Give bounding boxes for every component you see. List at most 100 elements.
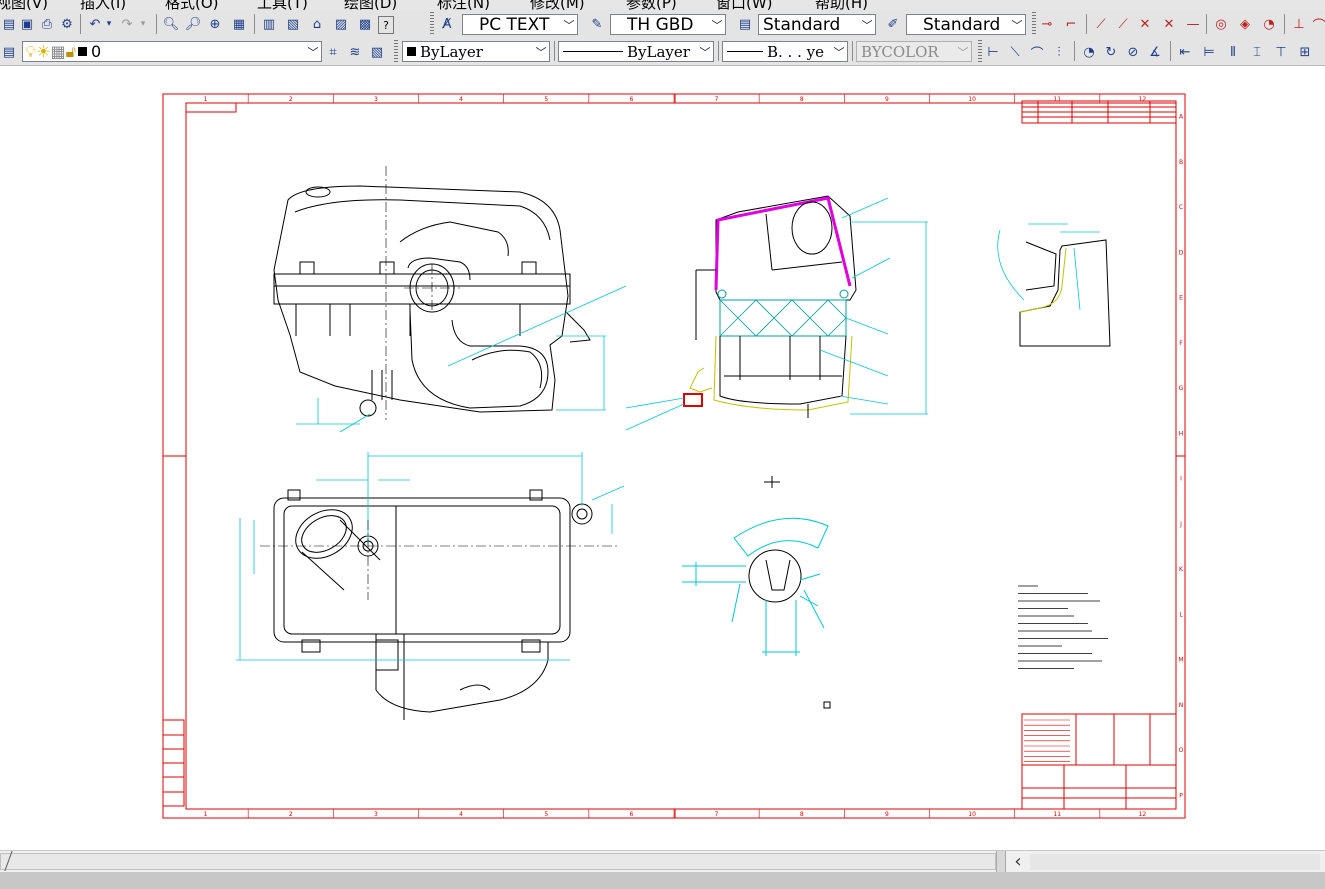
- redo-icon[interactable]: ↷: [118, 14, 136, 34]
- technical-notes: [1018, 585, 1108, 669]
- diameter-icon[interactable]: ⊘: [1124, 42, 1142, 62]
- menu-format[interactable]: 格式(O): [165, 0, 219, 10]
- menu-dimension[interactable]: 标注(N): [437, 0, 490, 10]
- status-bar: [0, 872, 1325, 889]
- line-icon[interactable]: ⊸: [1038, 14, 1056, 34]
- markup-icon[interactable]: ▨: [332, 14, 350, 34]
- perpendicular-icon[interactable]: ⊥: [1290, 14, 1308, 34]
- menu-draw[interactable]: 绘图(D): [344, 0, 397, 10]
- column-number-top-2: 2: [289, 96, 293, 103]
- aligned-dimension-icon[interactable]: ⟍: [1006, 42, 1024, 62]
- sheet-set-icon[interactable]: ⌂: [308, 14, 326, 34]
- scrollbar-splitter[interactable]: [996, 851, 1006, 873]
- menu-view[interactable]: 视图(V): [0, 0, 48, 10]
- layer-manager-icon[interactable]: ▤: [0, 42, 18, 62]
- scrollbar-tab-strip[interactable]: [0, 853, 996, 870]
- linetype-control-select[interactable]: ByLayer ﹀: [558, 41, 714, 62]
- help-icon[interactable]: ?: [378, 16, 394, 34]
- properties-icon[interactable]: ▦: [230, 14, 248, 34]
- layer-previous-icon[interactable]: ≋: [346, 42, 364, 62]
- text-style-icon[interactable]: A̸: [438, 14, 456, 34]
- ellipse-icon[interactable]: ◔: [1260, 14, 1278, 34]
- undo-dropdown-icon[interactable]: ▾: [104, 14, 114, 34]
- top-view-dimensions: [236, 452, 625, 661]
- table-style-select[interactable]: Standard ﹀: [758, 14, 876, 35]
- menu-tools[interactable]: 工具(T): [257, 0, 308, 10]
- circle-icon[interactable]: ◎: [1212, 14, 1230, 34]
- publish-icon[interactable]: ⚙: [58, 14, 76, 34]
- zoom-realtime-icon[interactable]: 🔍︎: [162, 14, 180, 34]
- column-number-top-12: 12: [1139, 96, 1147, 103]
- column-number-top-10: 10: [968, 96, 976, 103]
- menu-insert[interactable]: 插入(I): [80, 0, 126, 10]
- multileader-style-icon[interactable]: ✐: [884, 14, 902, 34]
- calculator-icon[interactable]: ▩: [356, 14, 374, 34]
- title-block-rows: [1024, 719, 1070, 762]
- plot-icon[interactable]: ⎙: [38, 14, 56, 34]
- design-center-icon[interactable]: ▥: [260, 14, 278, 34]
- open-icon[interactable]: ▤: [0, 14, 18, 34]
- linear-dimension-icon[interactable]: ⊢: [984, 42, 1002, 62]
- row-letter-D: D: [1179, 249, 1184, 256]
- color-control-select[interactable]: ByLayer ﹀: [402, 41, 550, 62]
- break-icon[interactable]: ⊤: [1272, 42, 1290, 62]
- ordinate-icon[interactable]: ⫶: [1050, 42, 1068, 62]
- radius-icon[interactable]: ◔: [1080, 42, 1098, 62]
- layers-toolbar: ▤ 💡︎ ☀ ▦ 🔓︎ 0 ﹀ ⌗ ≋ ▧ ByLayer ﹀ ByLayer ﹀ B…: [0, 39, 1325, 66]
- angular-icon[interactable]: ∡: [1146, 42, 1164, 62]
- horizontal-scrollbar[interactable]: ‹: [0, 850, 1325, 873]
- multileader-style-select[interactable]: Standard ﹀: [906, 14, 1026, 35]
- arc-icon[interactable]: ✕: [1160, 14, 1178, 34]
- ray-icon[interactable]: —: [1184, 14, 1202, 34]
- table-style-icon[interactable]: ▤: [736, 14, 754, 34]
- layer-states-icon[interactable]: ▧: [368, 42, 386, 62]
- tool-palette-icon[interactable]: ▧: [284, 14, 302, 34]
- save-icon[interactable]: ▣: [18, 14, 36, 34]
- zoom-window-icon[interactable]: 🔎︎: [184, 14, 202, 34]
- undo-icon[interactable]: ↶: [86, 14, 104, 34]
- row-letter-F: F: [1179, 340, 1183, 347]
- polygon-icon[interactable]: ⟋: [1114, 14, 1132, 34]
- row-letter-A: A: [1179, 114, 1184, 121]
- row-letter-P: P: [1179, 792, 1183, 799]
- column-number-bottom-12: 12: [1139, 811, 1147, 818]
- redo-dropdown-icon[interactable]: ▾: [138, 14, 148, 34]
- baseline-icon[interactable]: ⊨: [1200, 42, 1218, 62]
- menu-parameters[interactable]: 参数(P): [626, 0, 677, 10]
- make-current-icon[interactable]: ⌗: [324, 42, 342, 62]
- dim-style-icon[interactable]: ✎: [588, 14, 606, 34]
- tolerance-icon[interactable]: ⊞: [1296, 42, 1314, 62]
- menu-window[interactable]: 窗口(W): [716, 0, 773, 10]
- column-number-bottom-3: 3: [374, 811, 378, 818]
- lineweight-control-select[interactable]: B. . . ye ﹀: [722, 41, 848, 62]
- tangent-icon[interactable]: ⌒: [1310, 14, 1325, 34]
- polyline-icon[interactable]: ⟋: [1092, 14, 1110, 34]
- zoom-previous-icon[interactable]: ⊕: [206, 14, 224, 34]
- spline-icon[interactable]: ◈: [1236, 14, 1254, 34]
- arc-length-icon[interactable]: ⌒: [1028, 42, 1046, 62]
- scroll-left-arrow-icon[interactable]: ‹: [1010, 851, 1026, 873]
- plot-style-select[interactable]: BYCOLOR ﹀: [856, 41, 972, 62]
- row-letter-O: O: [1179, 747, 1184, 754]
- drawing-canvas[interactable]: 1 1 2 2 3 3 4 4 5 5 6 6 7 7 8 8 9 9 10 10 11 11 12 12 ABCDEFGHI…: [0, 66, 1325, 850]
- dim-style-select[interactable]: TH GBD ﹀: [610, 14, 726, 35]
- scrollbar-thumb-area[interactable]: [1030, 854, 1320, 870]
- continue-icon[interactable]: ⫴: [1224, 42, 1242, 62]
- menu-modify[interactable]: 修改(M): [530, 0, 585, 10]
- drawing-sheet: 112233445566778899101011111212 ABCDEFGHI…: [162, 93, 1186, 819]
- layer-select[interactable]: 💡︎ ☀ ▦ 🔓︎ 0 ﹀: [22, 41, 322, 62]
- jogged-icon[interactable]: ↻: [1102, 42, 1120, 62]
- column-number-top-4: 4: [459, 96, 463, 103]
- text-style-select[interactable]: PC TEXT ﹀: [462, 14, 578, 35]
- space-icon[interactable]: ⌶: [1248, 42, 1266, 62]
- detail-b-b-dimensions: [997, 223, 1100, 311]
- front-view-centerlines: [385, 166, 460, 420]
- section-a-a-dimensions: [625, 197, 928, 431]
- row-letter-M: M: [1178, 657, 1183, 664]
- rectangle-icon[interactable]: ✕: [1136, 14, 1154, 34]
- construction-line-icon[interactable]: ⌐: [1062, 14, 1080, 34]
- quick-dimension-icon[interactable]: ⇤: [1176, 42, 1194, 62]
- menu-help[interactable]: 帮助(H): [815, 0, 868, 10]
- row-letter-I: I: [1180, 476, 1182, 483]
- menu-bar: 视图(V) 插入(I) 格式(O) 工具(T) 绘图(D) 标注(N) 修改(M…: [0, 0, 1325, 10]
